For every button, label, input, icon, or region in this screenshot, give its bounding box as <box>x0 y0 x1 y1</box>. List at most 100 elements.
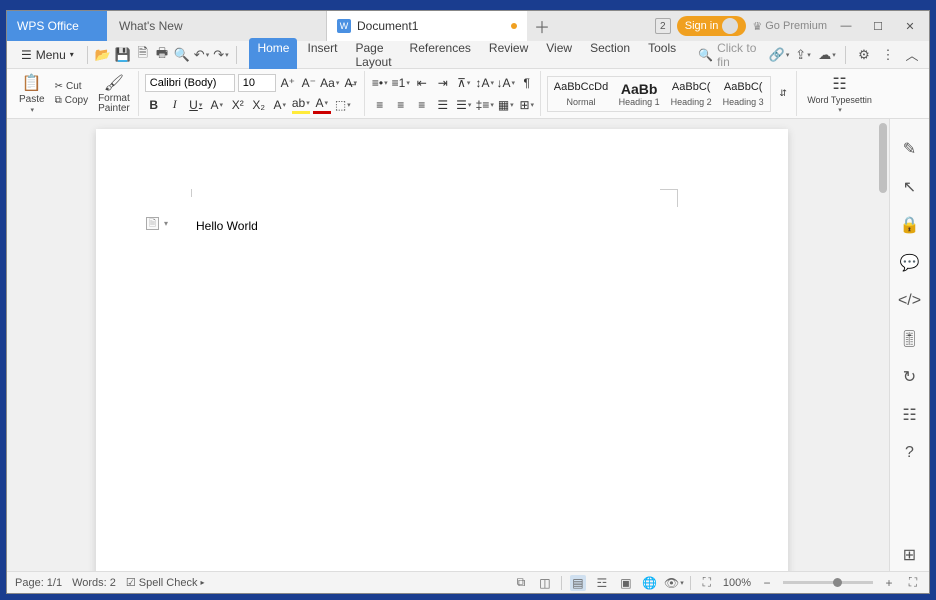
tab-review[interactable]: Review <box>481 38 536 72</box>
search-box[interactable]: 🔍 Click to fin <box>698 41 766 69</box>
more-icon[interactable]: ⋮ <box>879 46 897 64</box>
char-shading-button[interactable]: ⬚ <box>334 96 352 114</box>
copy-button[interactable]: ⧉Copy <box>52 94 92 107</box>
decrease-indent-button[interactable]: ⇤ <box>413 74 431 92</box>
tab-home[interactable]: Home <box>249 38 297 72</box>
change-case-button[interactable]: Aa <box>321 74 339 92</box>
history-icon[interactable]: ↻ <box>900 367 920 387</box>
tab-view[interactable]: View <box>538 38 580 72</box>
bullets-button[interactable]: ≡• <box>371 74 389 92</box>
tab-section[interactable]: Section <box>582 38 638 72</box>
cut-button[interactable]: ✂Cut <box>52 80 92 93</box>
text-effect-button[interactable]: A <box>271 96 289 114</box>
scroll-thumb[interactable] <box>879 123 887 193</box>
menu-button[interactable]: ☰ Menu ▾ <box>15 46 80 64</box>
clear-format-button[interactable]: A̶ <box>342 74 360 92</box>
italic-button[interactable]: I <box>166 96 184 114</box>
save-icon[interactable]: 💾 <box>115 46 131 64</box>
notification-icon[interactable]: 2 <box>655 18 671 34</box>
zoom-in-button[interactable]: + <box>881 575 897 591</box>
zoom-slider[interactable] <box>783 581 873 584</box>
shrink-font-button[interactable]: A⁻ <box>300 74 318 92</box>
outline-icon[interactable]: ☷ <box>900 405 920 425</box>
globe-icon[interactable]: 🌐 <box>642 575 658 591</box>
style-heading1[interactable]: AaBb Heading 1 <box>613 78 665 110</box>
subscript-button[interactable]: X₂ <box>250 96 268 114</box>
style-heading2[interactable]: AaBbC( Heading 2 <box>665 78 717 110</box>
highlight-button[interactable]: ab <box>292 96 310 114</box>
sort-button[interactable]: ↓A <box>497 74 515 92</box>
font-size-select[interactable] <box>238 74 276 92</box>
tab-stops-button[interactable]: ⊼ <box>455 74 473 92</box>
minimize-button[interactable]: — <box>833 13 859 39</box>
document-content[interactable]: Hello World <box>196 219 688 233</box>
styles-more-button[interactable]: ⇵ <box>774 85 792 103</box>
paste-options-handle[interactable]: 🗎 <box>146 217 159 230</box>
grow-font-button[interactable]: A⁺ <box>279 74 297 92</box>
reading-view-icon[interactable]: ⧉ <box>513 575 529 591</box>
tab-tools[interactable]: Tools <box>640 38 684 72</box>
cloud-icon[interactable]: ☁ <box>818 46 836 64</box>
font-color-button[interactable]: A <box>313 96 331 114</box>
distribute-button[interactable]: ☰ <box>455 96 473 114</box>
go-premium-button[interactable]: ♛ Go Premium <box>752 20 827 33</box>
font-name-select[interactable] <box>145 74 235 92</box>
signin-button[interactable]: Sign in <box>677 16 747 36</box>
fit-page-icon[interactable]: ⛶ <box>699 575 715 591</box>
focus-mode-icon[interactable]: ◫ <box>537 575 553 591</box>
format-painter-button[interactable]: 🖌 Format Painter <box>94 71 134 116</box>
numbering-button[interactable]: ≡1 <box>392 74 410 92</box>
tab-whats-new[interactable]: What's New <box>107 11 327 41</box>
settings-icon[interactable]: ⚙ <box>855 46 873 64</box>
superscript-button[interactable]: X² <box>229 96 247 114</box>
collapse-ribbon-icon[interactable]: ︿ <box>903 46 921 64</box>
style-heading3[interactable]: AaBbC( Heading 3 <box>717 78 769 110</box>
text-direction-button[interactable]: ↕A <box>476 74 494 92</box>
align-left-button[interactable]: ≡ <box>371 96 389 114</box>
help-icon[interactable]: ? <box>900 443 920 463</box>
underline-button[interactable]: U <box>187 96 205 114</box>
zoom-out-button[interactable]: − <box>759 575 775 591</box>
line-spacing-button[interactable]: ‡≡ <box>476 96 494 114</box>
strikethrough-button[interactable]: A <box>208 96 226 114</box>
outline-view-icon[interactable]: ☲ <box>594 575 610 591</box>
maximize-button[interactable]: ☐ <box>865 13 891 39</box>
export-pdf-icon[interactable]: 🗎 <box>135 46 150 64</box>
web-layout-icon[interactable]: ▣ <box>618 575 634 591</box>
vertical-scrollbar[interactable] <box>877 119 889 571</box>
tab-document[interactable]: W Document1 <box>327 11 527 41</box>
document-area[interactable]: 🗎 Hello World <box>7 119 877 571</box>
select-icon[interactable]: ↖ <box>900 177 920 197</box>
borders-button[interactable]: ⊞ <box>518 96 536 114</box>
zoom-thumb[interactable] <box>833 578 842 587</box>
open-icon[interactable]: 📂 <box>95 46 111 64</box>
lock-icon[interactable]: 🔒 <box>900 215 920 235</box>
upload-icon[interactable]: ⇪ <box>794 46 812 64</box>
tab-references[interactable]: References <box>402 38 479 72</box>
share-icon[interactable]: 🔗 <box>770 46 788 64</box>
align-right-button[interactable]: ≡ <box>413 96 431 114</box>
grid-icon[interactable]: ⊞ <box>900 545 920 565</box>
print-layout-icon[interactable]: ▤ <box>570 575 586 591</box>
show-marks-button[interactable]: ¶ <box>518 74 536 92</box>
eye-icon[interactable]: 👁 <box>666 575 682 591</box>
align-center-button[interactable]: ≡ <box>392 96 410 114</box>
tab-wps-office[interactable]: WPS Office <box>7 11 107 41</box>
spellcheck-toggle[interactable]: ☑ Spell Check ▸ <box>126 576 205 589</box>
word-count[interactable]: Words: 2 <box>72 577 116 589</box>
close-button[interactable]: ✕ <box>897 13 923 39</box>
tab-insert[interactable]: Insert <box>299 38 345 72</box>
tab-page-layout[interactable]: Page Layout <box>348 38 400 72</box>
bold-button[interactable]: B <box>145 96 163 114</box>
style-normal[interactable]: AaBbCcDd Normal <box>549 78 613 110</box>
redo-button[interactable]: ↷ <box>213 46 228 64</box>
paste-button[interactable]: 📋 Paste <box>15 71 49 116</box>
sliders-icon[interactable]: 🎚 <box>900 329 920 349</box>
new-tab-button[interactable]: ＋ <box>527 11 557 41</box>
zoom-level[interactable]: 100% <box>723 577 751 589</box>
shading-button[interactable]: ▦ <box>497 96 515 114</box>
word-typesetting-button[interactable]: ☷ Word Typesettin <box>803 72 876 116</box>
print-preview-icon[interactable]: 🔍 <box>174 46 190 64</box>
fullscreen-icon[interactable]: ⛶ <box>905 575 921 591</box>
page-indicator[interactable]: Page: 1/1 <box>15 577 62 589</box>
